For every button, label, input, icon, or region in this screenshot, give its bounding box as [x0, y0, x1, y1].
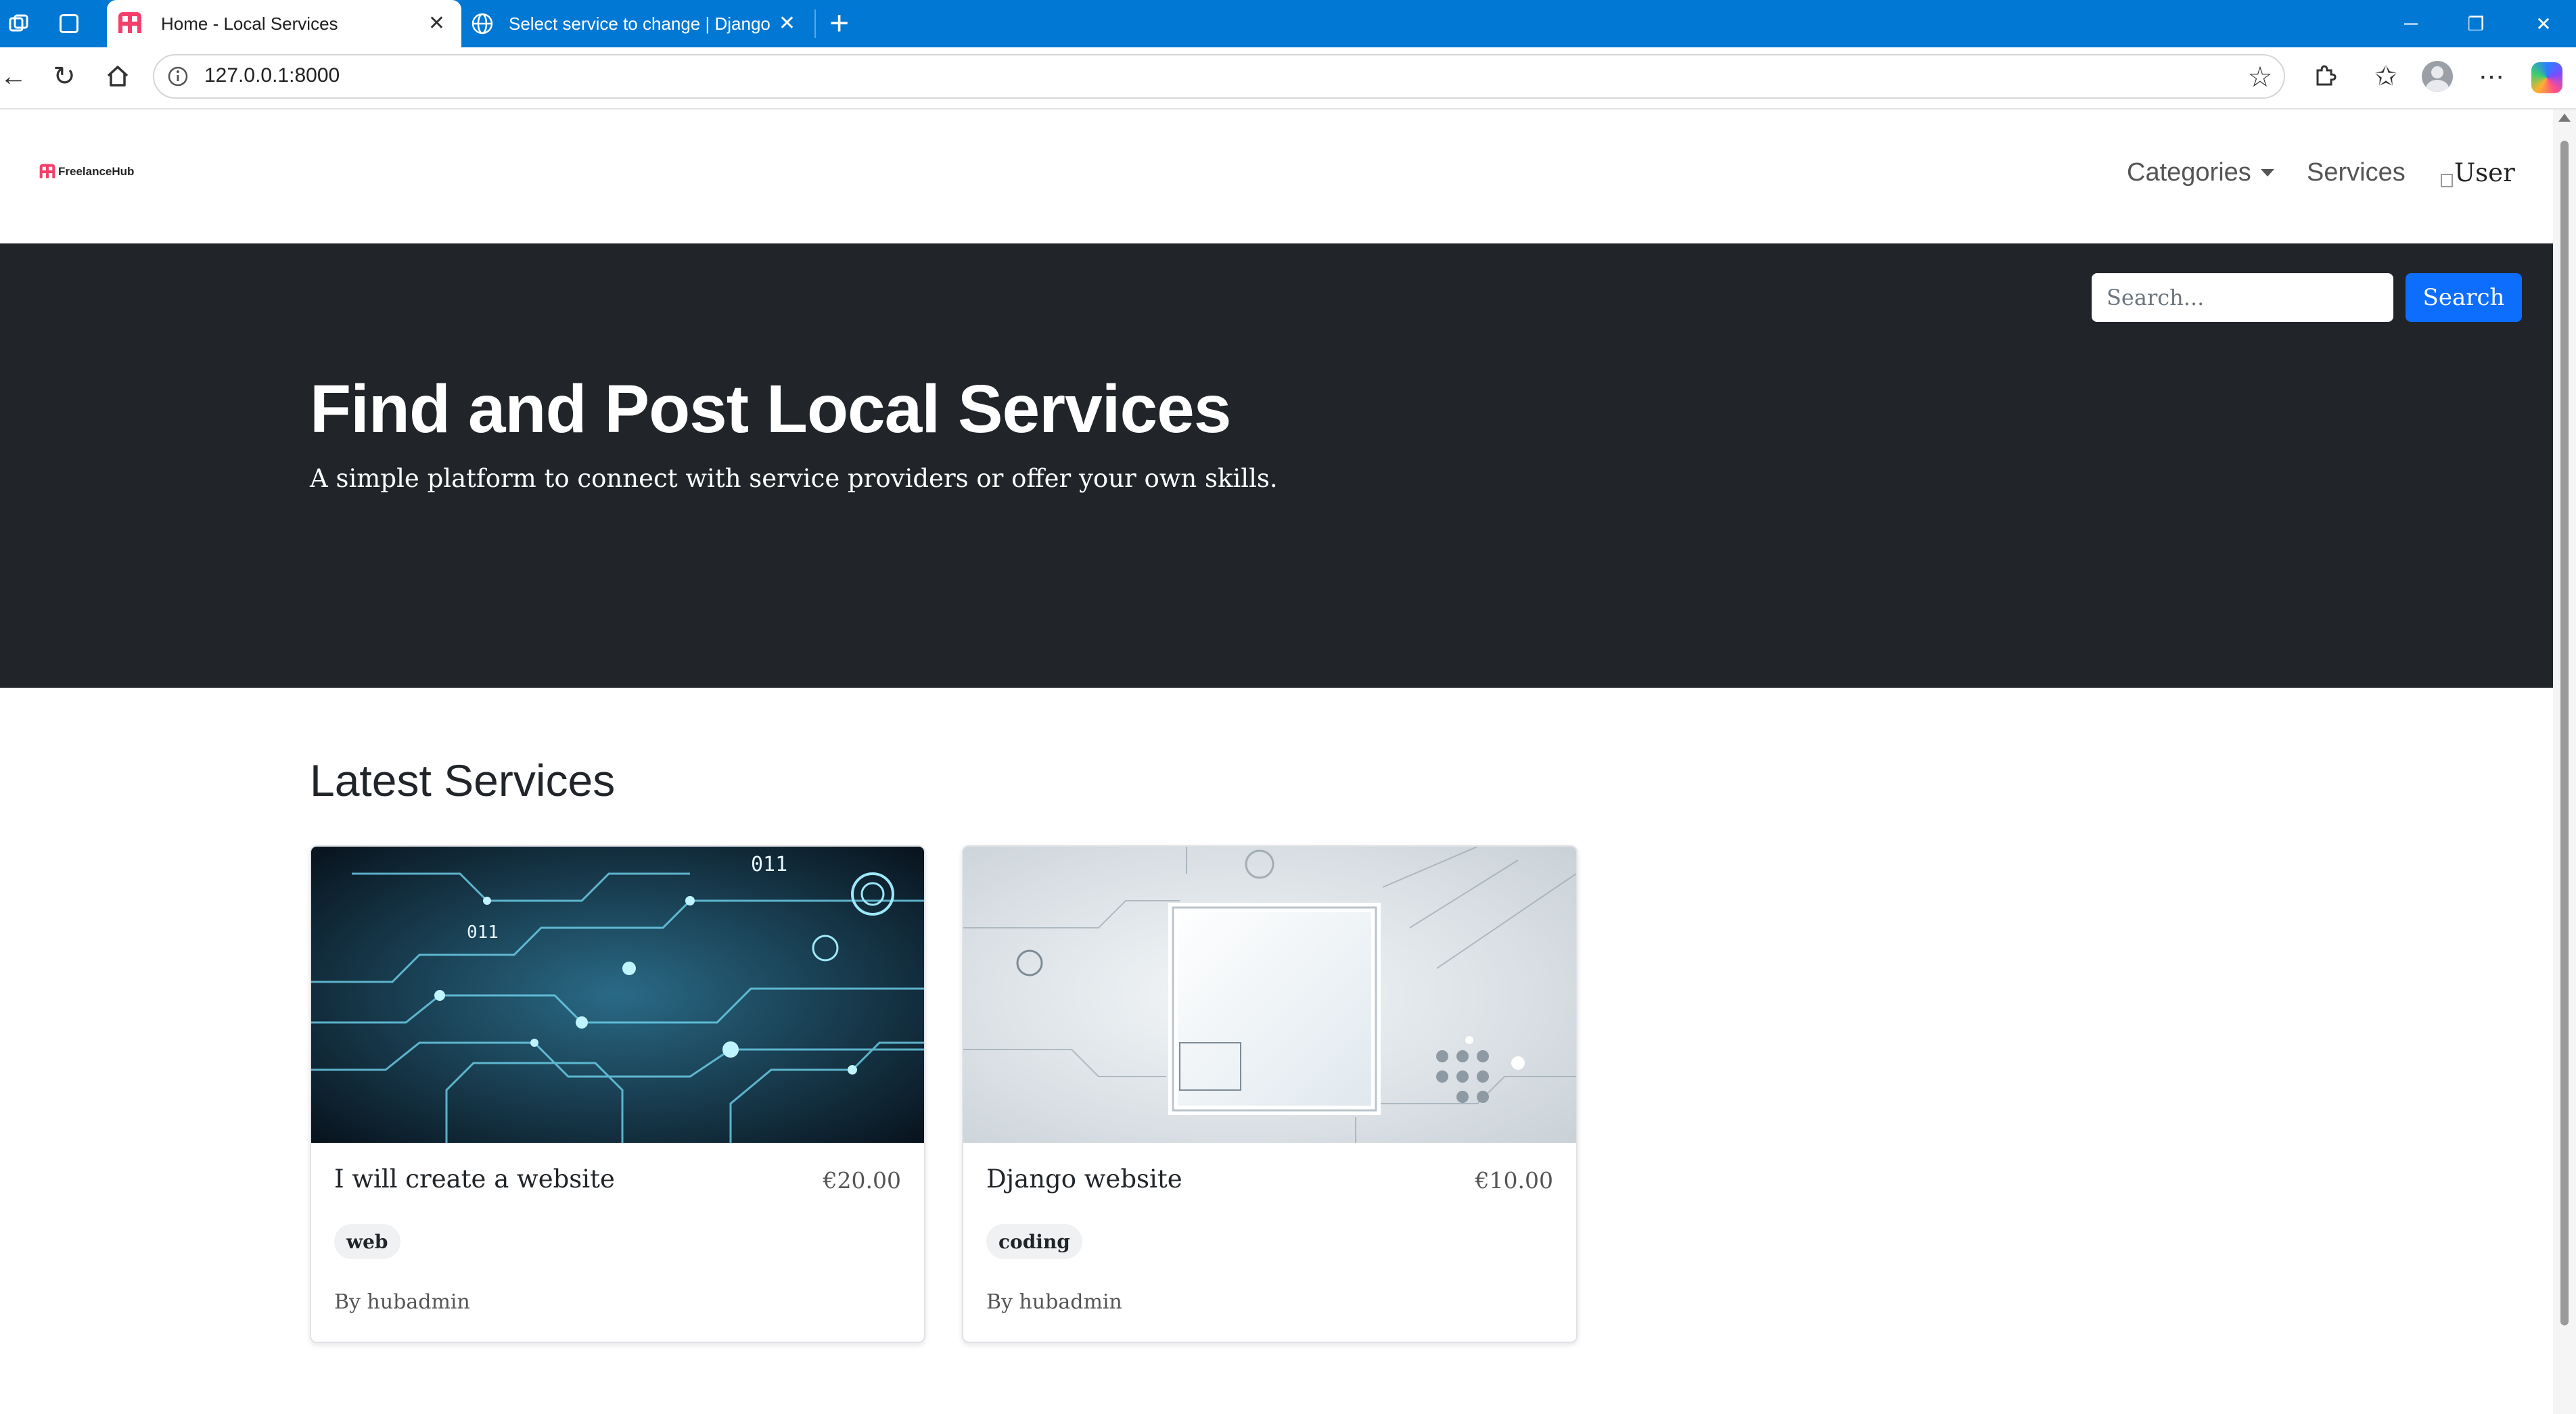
favorite-star-icon[interactable]: ☆: [2245, 60, 2276, 93]
user-avatar[interactable]: User: [2441, 158, 2515, 187]
tab-actions-icon[interactable]: [60, 14, 78, 33]
card-price: €20.00: [823, 1167, 901, 1194]
card-title[interactable]: Django website: [986, 1164, 1182, 1194]
freelancehub-favicon-icon: [118, 11, 142, 36]
abstract-tech-frame-image: [963, 847, 1576, 1143]
card-author: By hubadmin: [334, 1290, 470, 1314]
close-tab-icon[interactable]: ✕: [779, 14, 796, 34]
nav-categories-label: Categories: [2127, 158, 2251, 187]
minimize-icon[interactable]: ─: [2378, 0, 2443, 47]
restore-icon[interactable]: ❐: [2443, 0, 2508, 47]
more-options-icon[interactable]: ⋯: [2476, 60, 2507, 93]
card-author: By hubadmin: [986, 1290, 1122, 1314]
hero-subtitle: A simple platform to connect with servic…: [310, 464, 1278, 493]
tab-divider: [814, 9, 816, 38]
address-bar[interactable]: [153, 54, 2285, 99]
search-input[interactable]: [2092, 273, 2393, 322]
card-tag-badge: web: [334, 1224, 400, 1259]
copilot-icon[interactable]: [2531, 62, 2562, 93]
close-tab-icon[interactable]: ✕: [428, 14, 445, 34]
service-card[interactable]: 011 011 I will create a website €20.00 w…: [310, 845, 925, 1343]
circuit-board-image: 011 011: [311, 847, 924, 1143]
tab-home[interactable]: Home - Local Services ✕: [107, 0, 461, 47]
card-title[interactable]: I will create a website: [334, 1164, 615, 1194]
nav-categories-dropdown[interactable]: Categories: [2127, 158, 2274, 187]
brand-name: FreelanceHub: [58, 165, 135, 178]
url-text[interactable]: 127.0.0.1:8000: [204, 64, 340, 87]
site-info-icon[interactable]: [166, 65, 189, 91]
workspaces-icon[interactable]: [8, 14, 30, 39]
tab-title: Select service to change | Django: [509, 13, 770, 34]
tab-title: Home - Local Services: [161, 13, 338, 34]
new-tab-plus-icon[interactable]: +: [829, 4, 849, 42]
brand-logo[interactable]: FreelanceHub: [39, 164, 134, 180]
card-tag-badge: coding: [986, 1224, 1082, 1259]
browser-title-bar: Home - Local Services ✕ Select service t…: [0, 0, 2576, 47]
image-binary-text: 011: [467, 922, 499, 943]
back-arrow-icon[interactable]: ←: [0, 61, 27, 92]
broken-image-icon: [2441, 174, 2453, 187]
scrollbar-thumb[interactable]: [2560, 141, 2569, 1325]
tab-django-admin[interactable]: Select service to change | Django ✕: [464, 0, 813, 47]
caret-down-icon: [2260, 169, 2274, 176]
favorites-icon[interactable]: ✩: [2369, 60, 2403, 93]
extensions-icon[interactable]: [2311, 62, 2338, 93]
image-binary-text: 011: [751, 853, 787, 876]
search-button[interactable]: Search: [2406, 273, 2522, 322]
freelancehub-logo-icon: [39, 164, 55, 179]
profile-avatar-icon[interactable]: [2422, 61, 2453, 92]
reload-icon[interactable]: ↻: [49, 60, 80, 93]
card-price: €10.00: [1475, 1167, 1553, 1194]
latest-services-heading: Latest Services: [310, 755, 616, 805]
service-card[interactable]: Django website €10.00 coding By hubadmin: [962, 845, 1578, 1343]
user-alt-text: User: [2454, 158, 2515, 187]
scroll-up-arrow-icon[interactable]: [2558, 114, 2571, 122]
close-window-icon[interactable]: ✕: [2511, 0, 2576, 47]
hero-title: Find and Post Local Services: [310, 371, 1231, 447]
globe-icon: [471, 12, 494, 35]
home-icon[interactable]: [104, 62, 131, 93]
nav-services-link[interactable]: Services: [2307, 158, 2406, 187]
